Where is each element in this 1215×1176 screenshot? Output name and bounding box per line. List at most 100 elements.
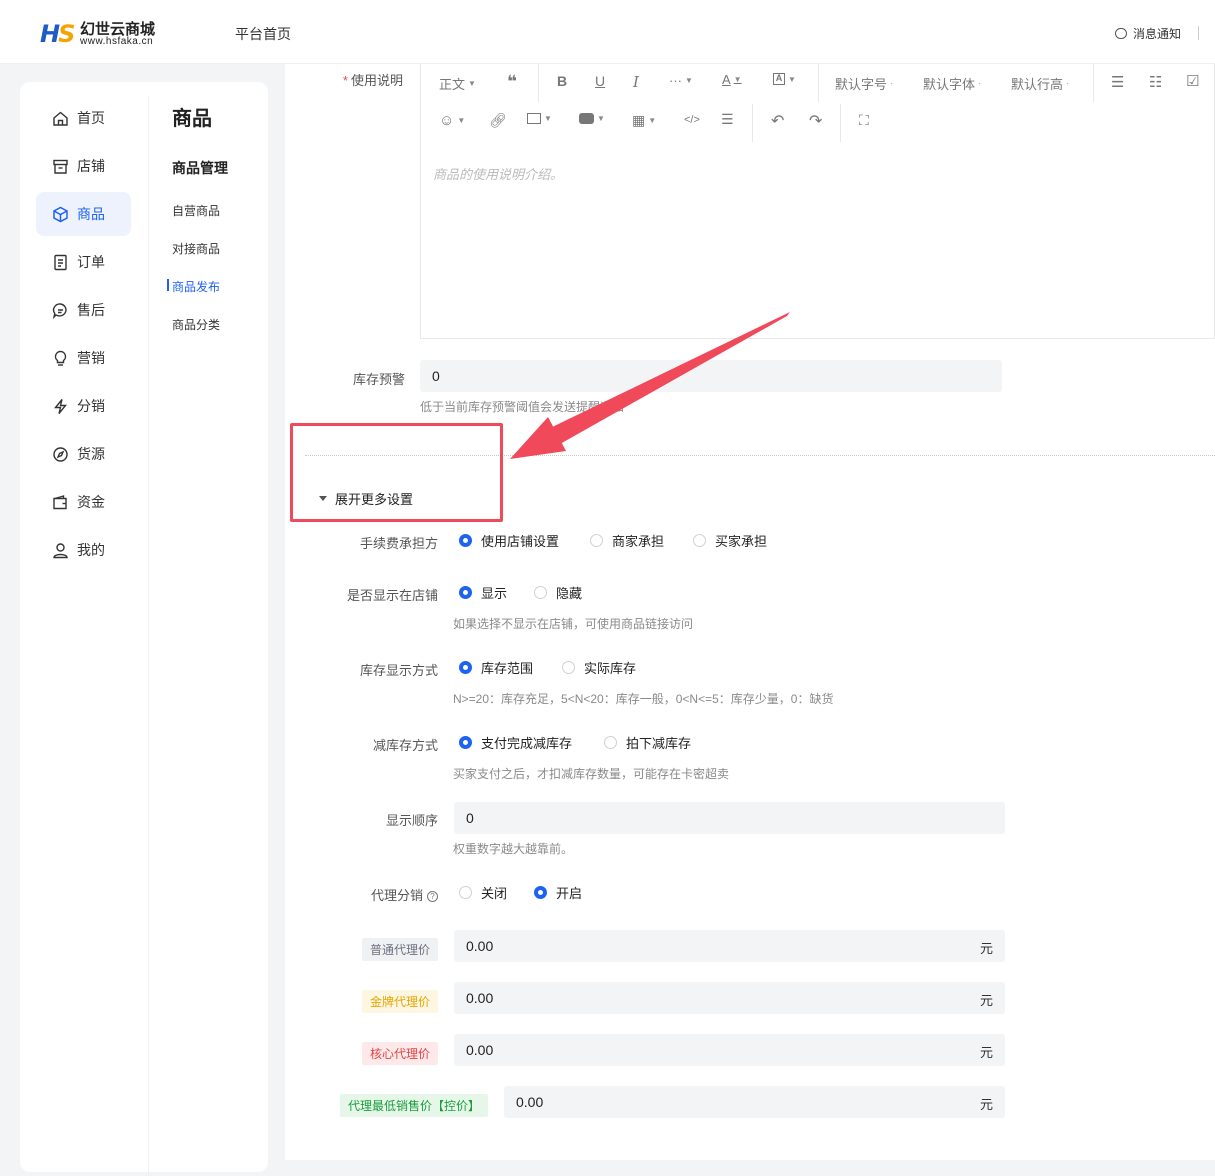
sidebar-item-after-sales[interactable]: 售后 (36, 288, 131, 332)
notification-button[interactable]: 消息通知 (1115, 25, 1181, 42)
sidebar-item-store[interactable]: 店铺 (36, 144, 131, 188)
bg-color-icon[interactable]: A ▼ (773, 73, 796, 85)
rich-text-editor[interactable]: 正文 ▼ ❝ B U I ··· ▼ A ▼ A ▼ 默认字号 · 默认字体 · 默认行高 ·… (420, 64, 1215, 339)
stock-warning-label: 库存预警 (352, 372, 405, 387)
fullscreen-icon[interactable]: ⛶ (859, 112, 869, 129)
sidebar-item-funds[interactable]: 资金 (36, 480, 131, 524)
cube-icon (52, 206, 69, 223)
stock-warning-input[interactable]: 0 (420, 360, 1002, 392)
submenu-item-self-products[interactable]: 自营商品 (172, 202, 220, 219)
help-icon[interactable]: ? (427, 891, 438, 903)
show-in-store-hint: 如果选择不显示在店铺，可使用商品链接访问 (453, 617, 694, 631)
bullet-list-icon[interactable]: ☰ (1111, 73, 1124, 91)
agent-option-off[interactable]: 关闭 (459, 883, 507, 902)
sidebar-item-products[interactable]: 商品 (36, 192, 131, 236)
paragraph-select[interactable]: 正文 ▼ (439, 74, 476, 93)
numbered-list-icon[interactable]: ☷ (1149, 73, 1162, 91)
sidebar-item-distribution[interactable]: 分销 (36, 384, 131, 428)
usage-label: * 使用说明 (342, 73, 403, 88)
bolt-icon (52, 398, 69, 415)
header-divider (1198, 26, 1199, 40)
bold-icon[interactable]: B (557, 73, 567, 89)
min-sale-price-input[interactable]: 0.00 元 (504, 1086, 1005, 1118)
stock-display-label: 库存显示方式 (359, 663, 438, 678)
sidebar-item-home[interactable]: 首页 (36, 96, 131, 140)
fee-option-merchant[interactable]: 商家承担 (590, 531, 664, 550)
stock-display-hint: N>=20：库存充足，5<N<20：库存一般，0<N<=5：库存少量，0：缺货 (453, 692, 834, 706)
divider-icon[interactable]: ☰ (721, 111, 734, 128)
deduct-on-payment[interactable]: 支付完成减库存 (459, 733, 572, 752)
stock-display-range[interactable]: 库存范围 (459, 658, 533, 677)
submenu-item-product-category[interactable]: 商品分类 (172, 316, 220, 333)
gold-agent-price-input[interactable]: 0.00 元 (454, 982, 1005, 1014)
notification-label: 消息通知 (1133, 27, 1182, 41)
submenu-group-title: 商品管理 (172, 160, 228, 176)
submenu-item-publish-product[interactable]: 商品发布 (166, 278, 220, 295)
table-icon[interactable]: ▦ ▼ (632, 112, 656, 129)
order-icon (52, 254, 69, 271)
wallet-icon (52, 494, 69, 511)
logo[interactable]: HS 幻世云商城 www.hsfaka.cn (40, 16, 170, 50)
display-order-hint: 权重数字越大越靠前。 (453, 842, 574, 856)
undo-icon[interactable]: ↶ (771, 111, 784, 131)
todo-icon[interactable]: ☑ (1186, 72, 1199, 90)
user-icon (52, 542, 69, 559)
logo-mark: HS (40, 20, 75, 48)
deduct-stock-hint: 买家支付之后，才扣减库存数量，可能存在卡密超卖 (453, 767, 730, 781)
sidebar-item-supply[interactable]: 货源 (36, 432, 131, 476)
show-option-visible[interactable]: 显示 (459, 583, 507, 602)
show-option-hidden[interactable]: 隐藏 (534, 583, 582, 602)
italic-icon[interactable]: I (633, 73, 639, 91)
expand-more-settings[interactable]: 展开更多设置 (319, 489, 413, 508)
editor-placeholder: 商品的使用说明介绍。 (433, 167, 564, 182)
logo-domain: www.hsfaka.cn (80, 36, 154, 47)
sidebar-item-label: 货源 (77, 446, 105, 462)
currency-unit: 元 (979, 1045, 993, 1060)
link-icon[interactable]: 🔗︎ (489, 112, 507, 129)
emoji-icon[interactable]: ☺ ▼ (439, 112, 465, 129)
fee-bearer-label: 手续费承担方 (359, 536, 438, 551)
agent-distribution-label: 代理分销? (325, 885, 438, 904)
stock-display-actual[interactable]: 实际库存 (562, 658, 636, 677)
sidebar-item-label: 订单 (77, 254, 105, 270)
currency-unit: 元 (979, 1097, 993, 1112)
sidebar-item-marketing[interactable]: 营销 (36, 336, 131, 380)
line-height-select[interactable]: 默认行高 · (1011, 74, 1069, 93)
caret-down-icon (319, 496, 327, 501)
image-icon[interactable]: ▼ (527, 113, 552, 124)
submenu-title: 商品 (172, 108, 212, 130)
platform-home-link[interactable]: 平台首页 (235, 24, 291, 44)
message-icon (1115, 28, 1127, 39)
sidebar: 首页 店铺 商品 订单 售后 营销 分销 货源 资金 我的 商品 商品管理 自营商品 对接商品 商… (20, 82, 268, 1176)
normal-agent-price-input[interactable]: 0.00 元 (454, 930, 1005, 962)
sidebar-item-label: 资金 (77, 494, 105, 510)
gold-agent-price-label: 金牌代理价 (362, 990, 439, 1013)
currency-unit: 元 (979, 941, 993, 956)
fee-option-buyer[interactable]: 买家承担 (693, 531, 767, 550)
display-order-input[interactable]: 0 (454, 802, 1005, 834)
video-icon[interactable]: ▼ (579, 113, 605, 124)
underline-icon[interactable]: U (595, 73, 605, 89)
agent-option-on[interactable]: 开启 (534, 883, 582, 902)
stock-warning-hint: 低于当前库存预警阈值会发送提醒通知 (420, 400, 625, 414)
display-order-label: 显示顺序 (385, 813, 438, 828)
font-family-select[interactable]: 默认字体 · (923, 74, 981, 93)
redo-icon[interactable]: ↷ (809, 111, 822, 131)
font-color-icon[interactable]: A ▼ (722, 72, 742, 87)
price-value: 0.00 (466, 938, 494, 954)
sidebar-item-mine[interactable]: 我的 (36, 528, 131, 572)
bulb-icon (52, 350, 69, 367)
more-icon[interactable]: ··· ▼ (669, 73, 693, 88)
compass-icon (52, 446, 69, 463)
store-icon (52, 158, 69, 175)
sidebar-item-orders[interactable]: 订单 (36, 240, 131, 284)
deduct-on-order[interactable]: 拍下减库存 (604, 733, 691, 752)
deduct-stock-label: 减库存方式 (372, 738, 438, 753)
core-agent-price-input[interactable]: 0.00 元 (454, 1034, 1005, 1066)
submenu-item-docked-products[interactable]: 对接商品 (172, 240, 220, 257)
fee-option-store[interactable]: 使用店铺设置 (459, 531, 559, 550)
quote-icon[interactable]: ❝ (507, 72, 517, 92)
code-icon[interactable]: </> (684, 114, 700, 126)
sidebar-item-label: 店铺 (77, 158, 105, 174)
font-size-select[interactable]: 默认字号 · (835, 74, 893, 93)
